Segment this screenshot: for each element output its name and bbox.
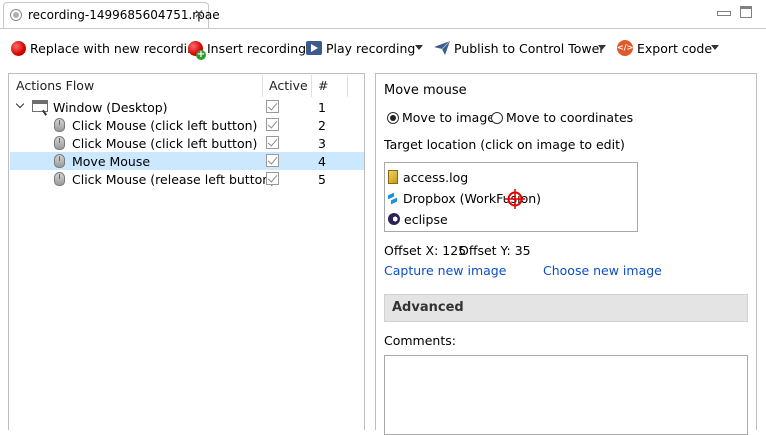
paper-plane-icon <box>434 40 451 55</box>
mouse-icon <box>54 118 65 132</box>
play-recording-button[interactable]: Play recording <box>306 38 415 58</box>
mouse-icon <box>54 154 65 168</box>
column-separator <box>262 75 263 97</box>
active-checkbox[interactable] <box>266 154 279 167</box>
move-to-coordinates-label[interactable]: Move to coordinates <box>506 110 633 125</box>
dropbox-icon <box>388 192 398 204</box>
play-recording-label: Play recording <box>326 40 416 56</box>
row-number: 2 <box>318 118 326 133</box>
move-to-coordinates-radio[interactable] <box>491 112 503 124</box>
recording-file-icon <box>10 9 22 21</box>
mouse-icon <box>54 136 65 150</box>
minimize-icon[interactable] <box>716 6 731 18</box>
eclipse-icon <box>388 213 400 225</box>
tree-row-label: Window (Desktop) <box>53 100 168 115</box>
move-to-image-radio[interactable] <box>387 112 399 124</box>
panel-splitter[interactable] <box>367 70 373 430</box>
export-dropdown-arrow-icon[interactable] <box>711 45 719 50</box>
image-item: eclipse <box>388 210 448 228</box>
crosshair-icon[interactable] <box>505 189 525 209</box>
tree-row-label: Click Mouse (click left button) <box>72 118 258 133</box>
window-icon <box>32 100 48 112</box>
row-number: 4 <box>318 154 326 169</box>
move-to-image-label[interactable]: Move to image <box>402 110 495 125</box>
log-file-icon <box>388 170 398 184</box>
play-icon <box>306 41 322 55</box>
target-location-label: Target location (click on image to edit) <box>384 137 625 152</box>
image-item: access.log <box>388 168 468 186</box>
column-header-active[interactable]: Active <box>269 75 308 97</box>
image-item-label: eclipse <box>404 211 448 227</box>
publish-control-tower-label: Publish to Control Tower <box>454 40 605 56</box>
column-separator <box>347 75 348 97</box>
advanced-label: Advanced <box>392 300 464 315</box>
play-dropdown-arrow-icon[interactable] <box>415 45 423 50</box>
image-item-label: access.log <box>403 169 469 185</box>
section-title: Move mouse <box>384 83 467 98</box>
record-icon <box>11 40 26 56</box>
tree-row-label: Click Mouse (release left button) <box>72 172 276 187</box>
replace-recording-button[interactable]: Replace with new recording <box>11 38 203 58</box>
insert-recording-label: Insert recording <box>207 40 307 56</box>
export-code-label: Export code <box>637 40 713 56</box>
comments-field[interactable] <box>384 355 748 435</box>
tree-row-label: Move Mouse <box>72 154 151 169</box>
row-number: 3 <box>318 136 326 151</box>
publish-dropdown-arrow-icon[interactable] <box>598 45 606 50</box>
code-icon: </> <box>617 40 633 56</box>
active-checkbox[interactable] <box>266 118 279 131</box>
mouse-icon <box>54 172 65 186</box>
column-header-actions-flow[interactable]: Actions Flow <box>16 75 94 97</box>
close-icon[interactable]: ✕ <box>194 7 204 21</box>
publish-control-tower-button[interactable]: Publish to Control Tower <box>434 38 604 58</box>
replace-recording-label: Replace with new recording <box>30 40 203 56</box>
row-number: 1 <box>318 100 326 115</box>
active-checkbox[interactable] <box>266 100 279 113</box>
comments-label: Comments: <box>384 333 456 348</box>
export-code-button[interactable]: </> Export code <box>617 38 712 58</box>
editor-tab-title: recording-1499685604751.rpae <box>28 8 220 22</box>
choose-new-image-link[interactable]: Choose new image <box>543 263 662 278</box>
column-separator <box>311 75 312 97</box>
active-checkbox[interactable] <box>266 172 279 185</box>
editor-tab[interactable]: recording-1499685604751.rpae ✕ <box>3 2 220 28</box>
record-add-icon <box>188 40 206 60</box>
row-number: 5 <box>318 172 326 187</box>
insert-recording-button[interactable]: Insert recording <box>188 38 307 60</box>
capture-new-image-link[interactable]: Capture new image <box>384 263 506 278</box>
offset-y-label: Offset Y: 35 <box>459 243 531 258</box>
chevron-down-icon[interactable] <box>16 100 26 110</box>
active-checkbox[interactable] <box>266 136 279 149</box>
maximize-icon[interactable] <box>740 6 752 18</box>
offset-x-label: Offset X: 125 <box>384 243 467 258</box>
column-header-number[interactable]: # <box>318 75 328 97</box>
tree-row-label: Click Mouse (click left button) <box>72 136 258 151</box>
